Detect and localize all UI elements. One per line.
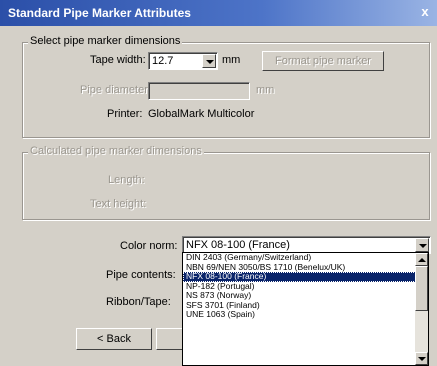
tape-width-value: 12.7 — [152, 55, 174, 67]
title-bar: Standard Pipe Marker Attributes x — [0, 0, 437, 26]
color-norm-selected: NFX 08-100 (France) — [186, 239, 290, 251]
list-item[interactable]: UNE 1063 (Spain) — [183, 309, 428, 320]
pipe-diameter-label: Pipe diameter: — [80, 84, 151, 96]
pipe-diameter-unit: mm — [256, 84, 275, 96]
tape-width-dropdown[interactable]: 12.7 — [148, 52, 218, 70]
pipe-contents-label: Pipe contents: — [106, 269, 176, 281]
scroll-thumb[interactable] — [415, 266, 428, 311]
calculated-group — [22, 152, 430, 220]
window-title: Standard Pipe Marker Attributes — [8, 6, 191, 20]
calculated-legend: Calculated pipe marker dimensions — [28, 145, 204, 157]
color-norm-listbox[interactable]: DIN 2403 (Germany/Switzerland) NBN 69/NE… — [182, 252, 429, 366]
close-icon[interactable]: x — [417, 4, 433, 20]
ribbon-tape-label: Ribbon/Tape: — [106, 296, 171, 308]
chevron-down-icon[interactable] — [202, 54, 216, 68]
dimensions-legend: Select pipe marker dimensions — [28, 35, 183, 47]
text-height-label: Text height: — [90, 198, 147, 210]
color-norm-label: Color norm: — [120, 240, 178, 252]
back-button[interactable]: < Back — [76, 328, 152, 350]
tape-width-unit: mm — [222, 54, 241, 66]
length-label: Length: — [108, 174, 145, 186]
format-pipe-marker-button[interactable]: Format pipe marker — [262, 51, 384, 71]
scroll-up-icon[interactable] — [415, 253, 428, 266]
tape-width-label: Tape width: — [90, 54, 146, 66]
chevron-down-icon[interactable] — [415, 238, 429, 252]
printer-label: Printer: — [107, 108, 143, 120]
pipe-diameter-field[interactable] — [148, 82, 250, 100]
listbox-scrollbar[interactable] — [415, 253, 428, 365]
printer-value: GlobalMark Multicolor — [148, 108, 255, 120]
